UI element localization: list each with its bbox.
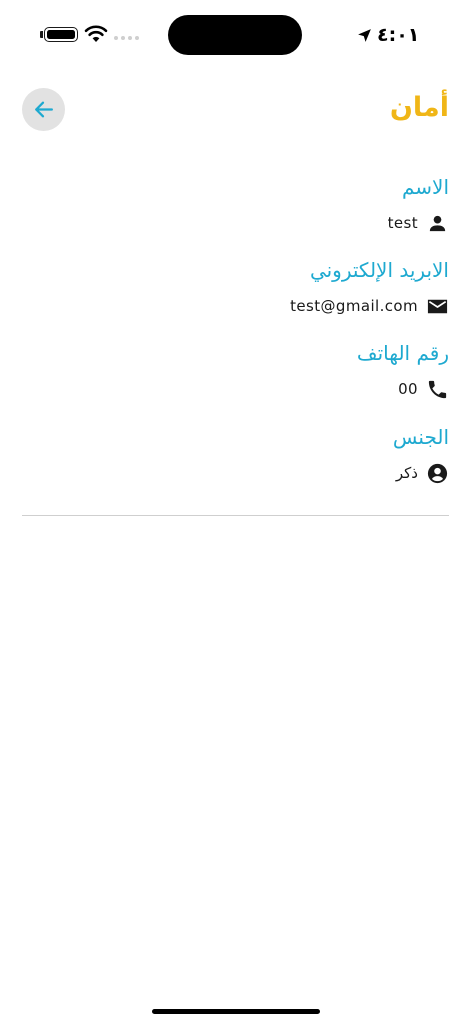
phone-value: 00 [398,380,418,398]
cellular-signal-icon [114,36,139,40]
phone-icon [428,380,447,398]
name-label: الاسم [401,175,449,199]
gender-label: الجنس [392,425,449,449]
email-value: test@gmail.com [290,297,418,315]
page-title: أمان [389,92,449,123]
email-label: الابريد الإلكتروني [309,258,449,282]
phone-label: رقم الهاتف [356,341,449,365]
name-row: test [388,210,449,236]
battery-icon [44,27,78,42]
location-arrow-icon [358,28,371,42]
gender-row: ذكر [396,460,449,486]
battery-level-fill [47,30,75,39]
arrow-left-icon [35,101,53,118]
status-time: ٤:٠١ [377,24,420,46]
profile-screen: ٤:٠١ أمان الاسم test الابريد الإلكتروني … [0,0,471,1024]
battery-tip [40,31,43,38]
gender-value: ذكر [395,464,418,482]
divider [22,515,449,516]
phone-row: 00 [398,376,449,402]
account-circle-icon [427,463,448,483]
mail-icon [427,299,448,313]
email-row: test@gmail.com [290,293,449,319]
back-button[interactable] [22,88,65,131]
status-time-group: ٤:٠١ [356,22,419,48]
person-icon [429,215,446,231]
status-bar: ٤:٠١ [0,0,471,70]
home-indicator[interactable] [152,1009,320,1014]
name-value: test [387,214,418,232]
dynamic-island [168,15,302,55]
wifi-icon [84,25,108,42]
